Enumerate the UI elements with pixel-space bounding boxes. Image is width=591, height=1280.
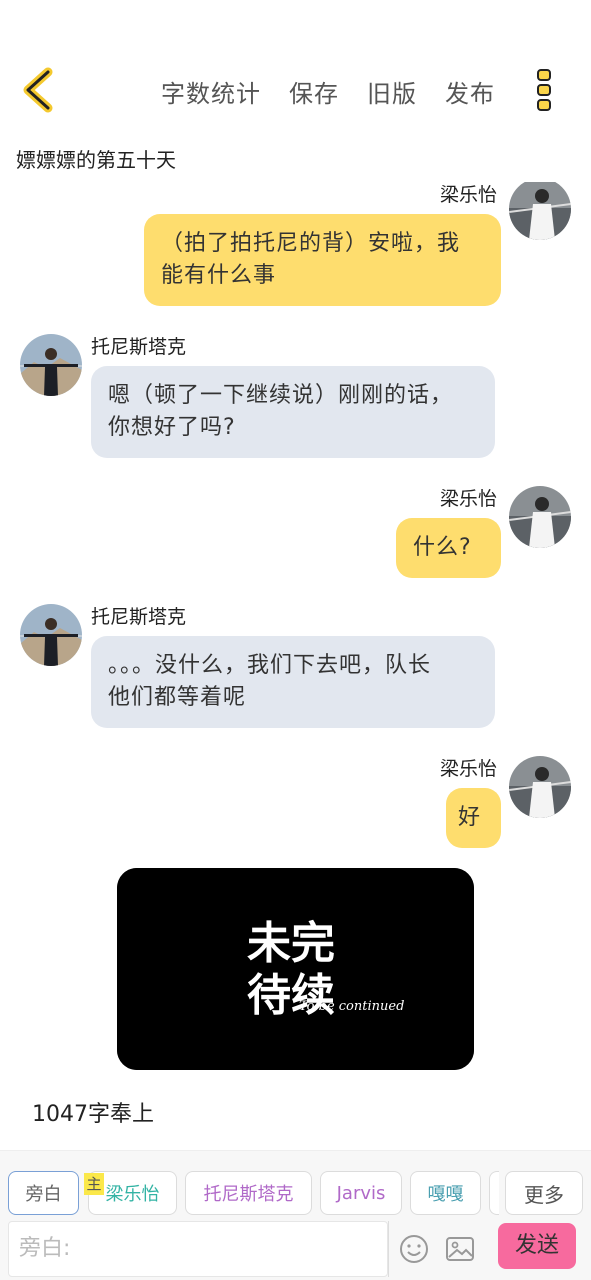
bottom-composer: 旁白 梁乐怡 托尼斯塔克 Jarvis 嘎嘎 更多 主 旁白: 发送 (0, 1150, 591, 1280)
chip-gaga[interactable]: 嘎嘎 (410, 1171, 481, 1215)
word-count-button[interactable]: 字数统计 (161, 74, 261, 109)
message-bubble[interactable]: （拍了拍托尼的背）安啦，我 能有什么事 (144, 214, 501, 306)
top-actions: 字数统计 保存 旧版 发布 (161, 74, 495, 109)
chat-area[interactable]: 梁乐怡 （拍了拍托尼的背）安啦，我 能有什么事 托尼斯塔克 嗯（顿了一下继续说）… (0, 182, 591, 1140)
chip-tony-stark[interactable]: 托尼斯塔克 (185, 1171, 312, 1215)
document-title: 嫖嫖嫖的第五十天 (16, 148, 176, 172)
chip-narrator[interactable]: 旁白 (8, 1171, 79, 1215)
image-subtitle: To be continued (299, 999, 404, 1014)
message-bubble[interactable]: 。。。没什么，我们下去吧，队长 他们都等着呢 (91, 636, 495, 728)
more-menu-icon[interactable] (536, 68, 552, 112)
avatar-tony-stark[interactable] (20, 604, 82, 666)
message-bubble[interactable]: 嗯（顿了一下继续说）刚刚的话， 你想好了吗? (91, 366, 495, 458)
chip-partial[interactable] (489, 1171, 499, 1215)
input-row: 旁白: 发送 (0, 1221, 591, 1279)
sender-name: 托尼斯塔克 (91, 336, 187, 358)
image-icon[interactable] (444, 1233, 476, 1265)
avatar-tony-stark[interactable] (20, 334, 82, 396)
chip-jarvis[interactable]: Jarvis (320, 1171, 402, 1215)
message-bubble[interactable]: 好 (446, 788, 501, 848)
save-button[interactable]: 保存 (289, 74, 339, 109)
sender-name: 梁乐怡 (440, 488, 498, 510)
word-count-note: 1047字奉上 (32, 1102, 154, 1127)
divider (388, 1221, 389, 1277)
avatar-liang-leyi[interactable] (509, 486, 571, 548)
message-input[interactable]: 旁白: (8, 1221, 388, 1277)
main-role-badge: 主 (84, 1173, 104, 1195)
publish-button[interactable]: 发布 (445, 74, 495, 109)
send-button[interactable]: 发送 (498, 1223, 576, 1269)
back-arrow-icon[interactable] (14, 66, 62, 114)
sender-name: 梁乐怡 (440, 184, 498, 206)
top-bar: 字数统计 保存 旧版 发布 (0, 60, 591, 120)
emoji-icon[interactable] (398, 1233, 430, 1265)
image-title-line-1: 未完 (247, 918, 335, 969)
sender-name: 梁乐怡 (440, 758, 498, 780)
old-version-button[interactable]: 旧版 (367, 74, 417, 109)
avatar-liang-leyi[interactable] (509, 756, 571, 818)
to-be-continued-image[interactable]: 未完 待续 To be continued (117, 868, 474, 1070)
sender-name: 托尼斯塔克 (91, 606, 187, 628)
message-bubble[interactable]: 什么? (396, 518, 501, 578)
more-roles-button[interactable]: 更多 (505, 1171, 583, 1215)
avatar-liang-leyi[interactable] (509, 182, 571, 240)
